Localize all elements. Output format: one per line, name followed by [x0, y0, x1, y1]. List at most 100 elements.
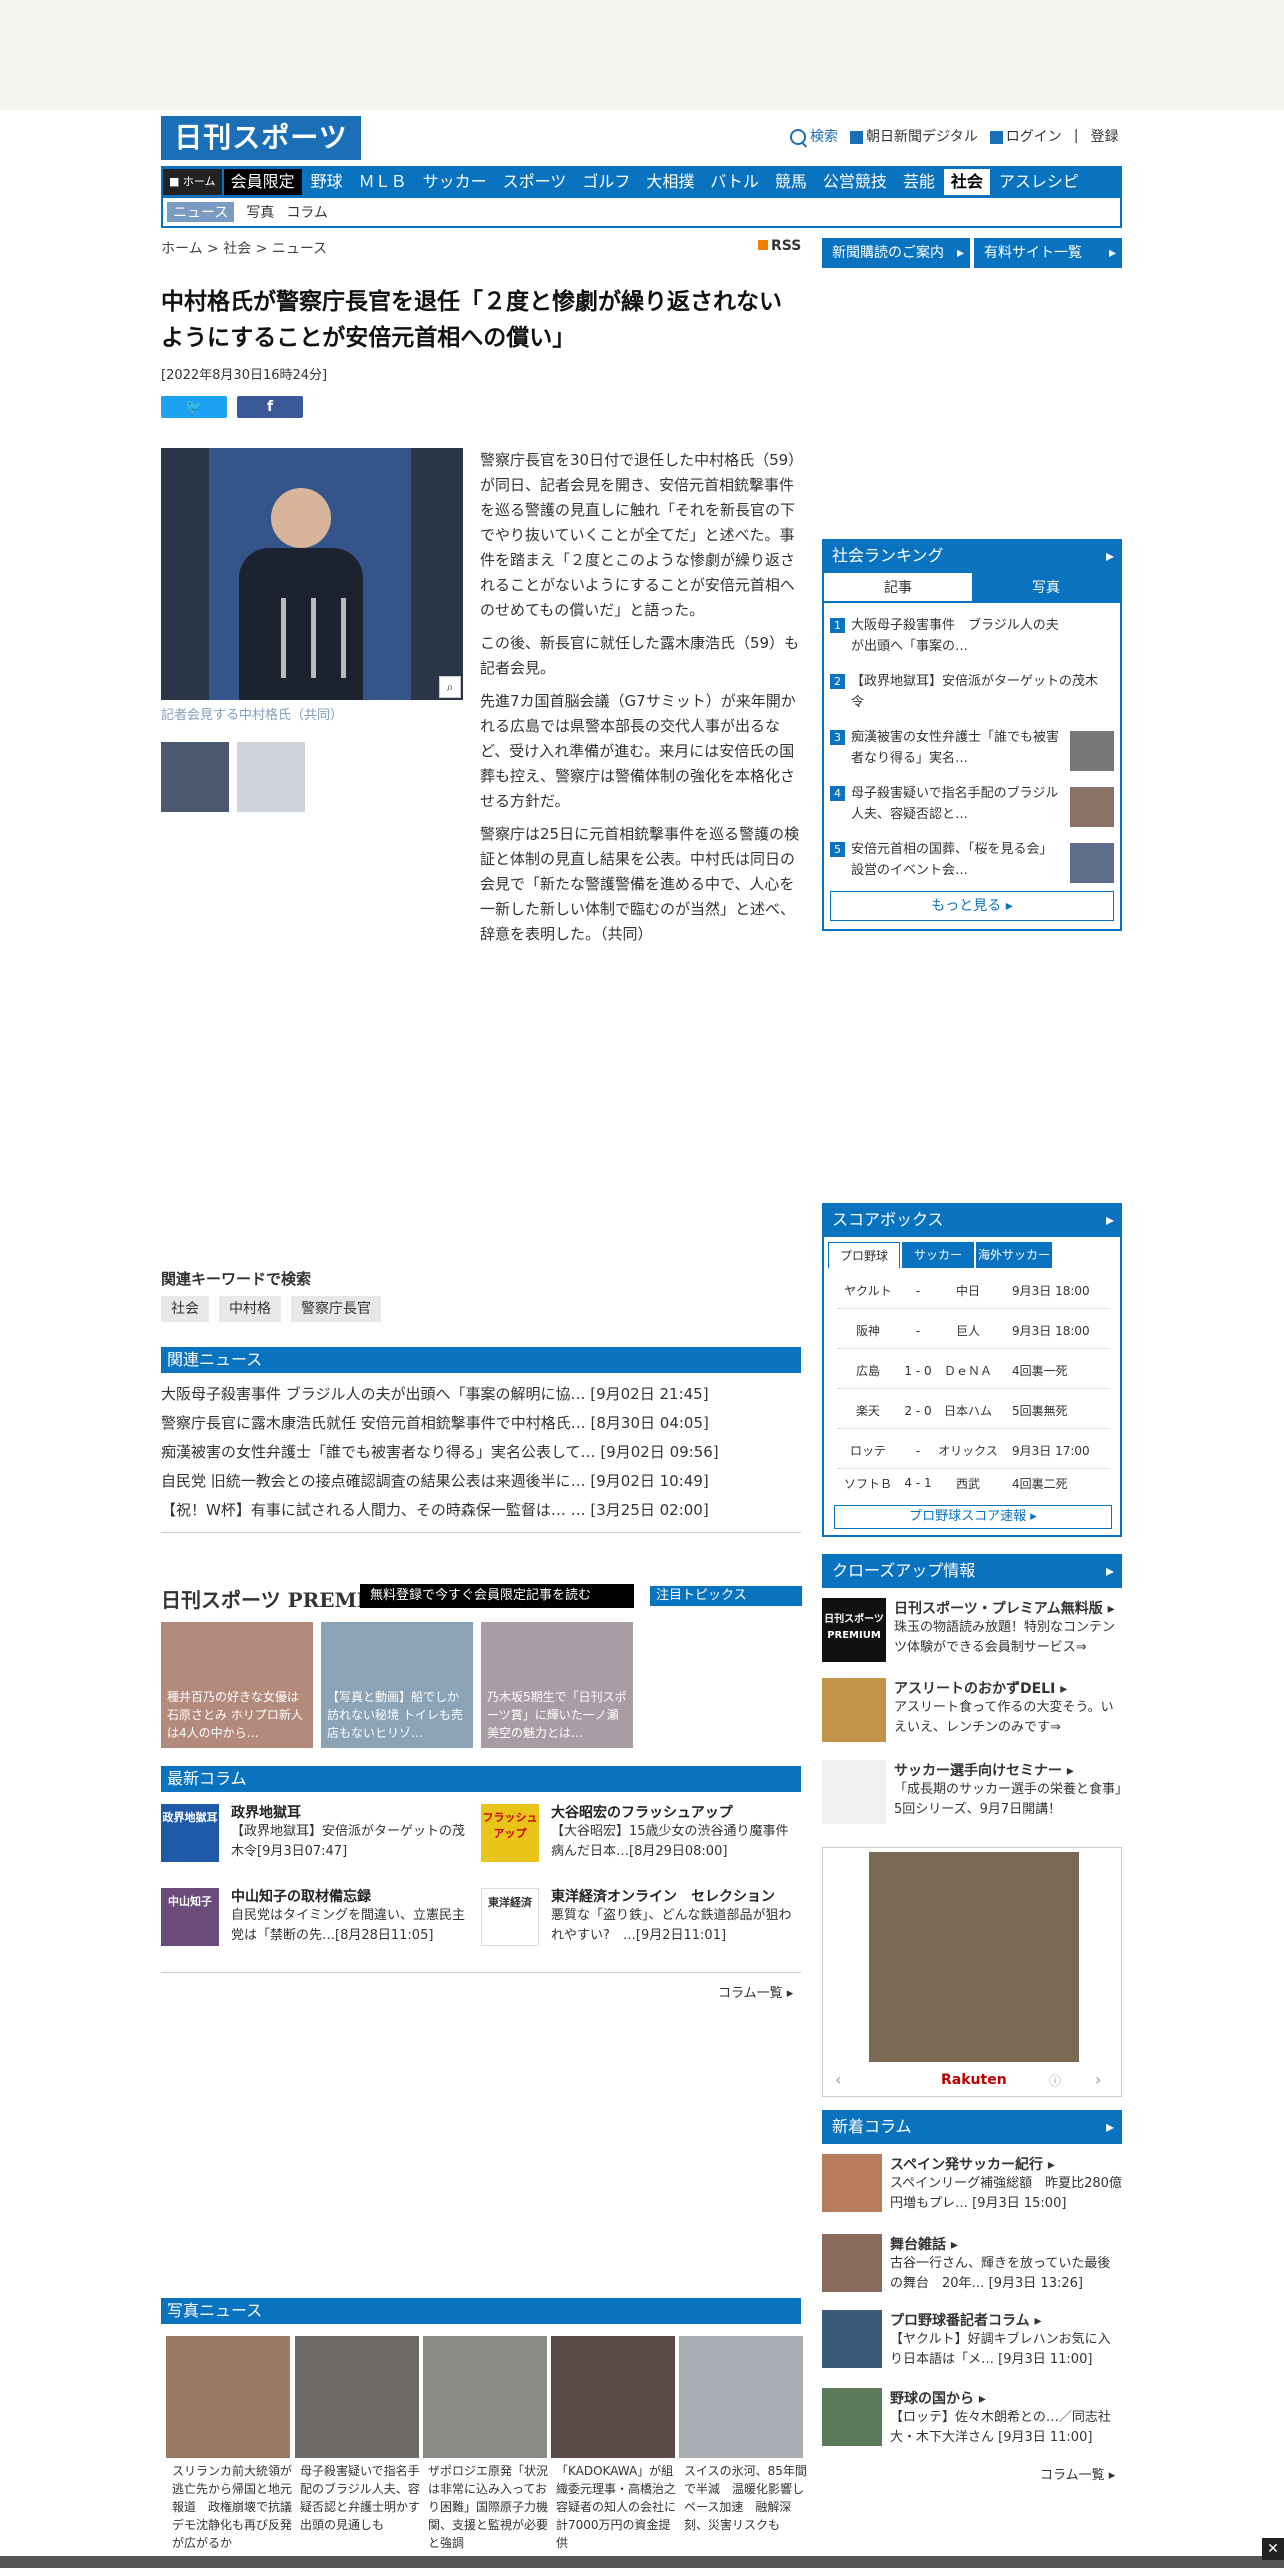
- column-name[interactable]: 中山知子の取材備忘録: [231, 1886, 371, 1906]
- nav-item-society[interactable]: 社会: [943, 169, 990, 195]
- related-news-item[interactable]: 痴漢被害の女性弁護士「誰でも被害者なり得る」実名公表して… [9月02日 09:…: [161, 1438, 801, 1467]
- nav-item-battle[interactable]: バトル: [703, 169, 765, 195]
- score-row[interactable]: ヤクルト - 中日 9月3日 18:00: [838, 1273, 1108, 1309]
- nav-item-mlb[interactable]: ＭＬＢ: [352, 169, 414, 195]
- column-summary[interactable]: 【大谷昭宏】15歳少女の渋谷通り魔事件 病んだ日本…[8月29日08:00]: [551, 1822, 802, 1862]
- column-list-link[interactable]: コラム一覧 ▸: [718, 1982, 793, 2001]
- photo-news-caption[interactable]: スイスの氷河、85年間で半減 温暖化影響しペース加速 融解深刻、災害リスクも: [684, 2462, 808, 2534]
- subnav-news[interactable]: ニュース: [167, 202, 235, 222]
- related-news-item[interactable]: 大阪母子殺害事件 ブラジル人の夫が出頭へ「事案の解明に協… [9月02日 21:…: [161, 1380, 801, 1409]
- photo-news-image[interactable]: [551, 2336, 675, 2458]
- asahi-link[interactable]: 朝日新聞デジタル: [850, 126, 978, 146]
- premium-card[interactable]: 乃木坂5期生で「日刊スポーツ賞」に輝いた一ノ瀬美空の魅力とは…: [481, 1622, 633, 1748]
- subnav-column[interactable]: コラム: [286, 202, 328, 222]
- paid-sites-button[interactable]: 有料サイト一覧: [974, 238, 1122, 268]
- premium-card[interactable]: 種井百乃の好きな女優は石原さとみ ホリプロ新人は4人の中から…: [161, 1622, 313, 1748]
- twitter-share-button[interactable]: 🐦: [161, 396, 227, 418]
- column-name[interactable]: 東洋経済オンライン セレクション: [551, 1886, 775, 1906]
- site-logo[interactable]: 日刊スポーツ: [161, 116, 361, 160]
- ranking-item[interactable]: 3 痴漢被害の女性弁護士「誰でも被害者なり得る」実名…: [830, 727, 1114, 771]
- new-columns-header[interactable]: 新着コラム: [822, 2110, 1122, 2144]
- score-row[interactable]: ロッテ - オリックス 9月3日 17:00: [838, 1433, 1108, 1469]
- search-link[interactable]: 検索: [790, 126, 838, 146]
- score-row[interactable]: 広島 1 - 0 ＤｅＮＡ 4回裏一死: [838, 1353, 1108, 1389]
- photo-news-caption[interactable]: 母子殺害疑いで指名手配のブラジル人夫、容疑否認と弁護士明かす 出頭の見通しも: [300, 2462, 432, 2534]
- article-photo[interactable]: ⌕: [161, 448, 463, 700]
- closeup-item[interactable]: アスリートのおかずDELI ▸ アスリート食って作るの大変そう。いえいえ、レンチ…: [822, 1678, 1122, 1744]
- column-name[interactable]: 政界地獄耳: [231, 1802, 301, 1822]
- new-column-item[interactable]: スペイン発サッカー紀行 ▸ スペインリーグ補強総額 昨夏比280億円増もプレ… …: [822, 2154, 1122, 2216]
- society-ranking-header[interactable]: 社会ランキング: [822, 539, 1122, 573]
- baseball-score-button[interactable]: プロ野球スコア速報 ▸: [834, 1505, 1112, 1529]
- photo-news-image[interactable]: [295, 2336, 419, 2458]
- zoom-icon[interactable]: ⌕: [439, 676, 461, 698]
- related-news-item[interactable]: 警察庁長官に露木康浩氏就任 安倍元首相銃撃事件で中村格氏… [8月30日 04:…: [161, 1409, 801, 1438]
- nav-item-members[interactable]: 会員限定: [223, 169, 302, 195]
- column-image[interactable]: 中山知子: [161, 1888, 219, 1946]
- photo-news-image[interactable]: [423, 2336, 547, 2458]
- score-tab-soccer[interactable]: サッカー: [902, 1242, 974, 1268]
- nav-item-public-racing[interactable]: 公営競技: [816, 169, 894, 195]
- nav-item-baseball[interactable]: 野球: [304, 169, 350, 195]
- nav-item-golf[interactable]: ゴルフ: [575, 169, 637, 195]
- nav-item-soccer[interactable]: サッカー: [416, 169, 494, 195]
- chevron-left-icon[interactable]: ‹: [835, 2070, 841, 2089]
- ranking-item[interactable]: 4 母子殺害疑いで指名手配のブラジル人夫、容疑否認と…: [830, 783, 1114, 827]
- new-column-item[interactable]: 野球の国から ▸ 【ロッテ】佐々木朗希との…／同志社大・木下大洋さん [9月3日…: [822, 2388, 1122, 2450]
- column-name[interactable]: 大谷昭宏のフラッシュアップ: [551, 1802, 733, 1822]
- related-news-item[interactable]: 自民党 旧統一教会との接点確認調査の結果公表は来週後半に… [9月02日 10:…: [161, 1467, 801, 1496]
- chevron-right-icon[interactable]: ›: [1095, 2070, 1101, 2089]
- score-row[interactable]: 阪神 - 巨人 9月3日 18:00: [838, 1313, 1108, 1349]
- ranking-more-button[interactable]: もっと見る ▸: [830, 891, 1114, 921]
- nav-item-entertainment[interactable]: 芸能: [896, 169, 942, 195]
- photo-news-image[interactable]: [166, 2336, 290, 2458]
- nav-item-sumo[interactable]: 大相撲: [639, 169, 701, 195]
- keyword-tag[interactable]: 中村格: [219, 1296, 281, 1322]
- photo-news-caption[interactable]: 「KADOKAWA」が組織委元理事・高橋治之容疑者の知人の会社に計7000万円の…: [556, 2462, 680, 2552]
- ranking-item[interactable]: 1 大阪母子殺害事件 ブラジル人の夫が出頭へ「事案の…: [830, 615, 1114, 657]
- column-image[interactable]: 東洋経済: [481, 1888, 539, 1946]
- related-news-item[interactable]: 【祝！W杯】有事に試される人間力、その時森保一監督は… … [3月25日 02:…: [161, 1496, 801, 1525]
- photo-thumbnail-1[interactable]: [161, 742, 229, 812]
- closeup-item[interactable]: サッカー選手向けセミナー ▸ 「成長期のサッカー選手の栄養と食事」5回シリーズ、…: [822, 1760, 1122, 1826]
- nav-home[interactable]: ■ ホーム: [163, 169, 222, 195]
- photo-news-caption[interactable]: ザポロジエ原発「状況は非常に込み入っており困難」国際原子力機関、支援と監視が必要…: [428, 2462, 552, 2552]
- login-link[interactable]: ログイン: [989, 126, 1062, 146]
- photo-news-caption[interactable]: スリランカ前大統領が逃亡先から帰国と地元報道 政権崩壊で抗議デモ沈静化も再び反発…: [172, 2462, 296, 2552]
- ranking-tab-photos[interactable]: 写真: [972, 573, 1120, 603]
- premium-card[interactable]: 【写真と動画】船でしか訪れない秘境 トイレも売店もないヒリゾ…: [321, 1622, 473, 1748]
- close-icon[interactable]: ✕: [1262, 2538, 1284, 2560]
- photo-news-image[interactable]: [679, 2336, 803, 2458]
- register-link[interactable]: 登録: [1090, 126, 1118, 146]
- score-tab-foreign-soccer[interactable]: 海外サッカー: [976, 1242, 1052, 1268]
- column-image[interactable]: 政界地獄耳: [161, 1804, 219, 1862]
- new-column-item[interactable]: 舞台雑話 ▸ 古谷一行さん、輝きを放っていた最後の舞台 20年… [9月3日 1…: [822, 2234, 1122, 2296]
- ranking-item[interactable]: 5 安倍元首相の国葬、「桜を見る会」設営のイベント会…: [830, 839, 1114, 883]
- rakuten-ad[interactable]: ‹ Rakuten ⓘ ›: [822, 1847, 1122, 2097]
- nav-item-keiba[interactable]: 競馬: [768, 169, 814, 195]
- info-icon[interactable]: ⓘ: [1049, 2072, 1061, 2089]
- column-summary[interactable]: 自民党はタイミングを間違い、立憲民主党は「禁断の先…[8月28日11:05]: [231, 1906, 471, 1946]
- subscription-button[interactable]: 新聞購読のご案内: [822, 238, 970, 268]
- new-column-list-link[interactable]: コラム一覧 ▸: [1040, 2464, 1115, 2483]
- facebook-share-button[interactable]: f: [237, 396, 303, 418]
- new-column-item[interactable]: プロ野球番記者コラム ▸ 【ヤクルト】好調キブレハンお気に入り日本語は「メ… […: [822, 2310, 1122, 2372]
- subnav-photo[interactable]: 写真: [246, 202, 274, 222]
- nav-item-athrecipe[interactable]: アスレシピ: [992, 169, 1086, 195]
- closeup-item[interactable]: 日刊スポーツ PREMIUM 日刊スポーツ・プレミアム無料版 ▸ 珠玉の物語読み…: [822, 1598, 1122, 1664]
- column-summary[interactable]: 悪質な「盗り鉄」、どんな鉄道部品が狙われやすい? …[9月2日11:01]: [551, 1906, 801, 1946]
- column-summary[interactable]: 【政界地獄耳】安倍派がターゲットの茂木令[9月3日07:47]: [231, 1822, 471, 1862]
- ranking-item[interactable]: 2 【政界地獄耳】安倍派がターゲットの茂木令: [830, 671, 1114, 713]
- score-row[interactable]: ソフトＢ 4 - 1 西武 4回裏二死: [838, 1465, 1108, 1501]
- breadcrumb[interactable]: ホーム > 社会 > ニュース: [161, 238, 327, 258]
- score-row[interactable]: 楽天 2 - 0 日本ハム 5回裏無死: [838, 1393, 1108, 1429]
- nav-item-sports[interactable]: スポーツ: [496, 169, 574, 195]
- keyword-tag[interactable]: 警察庁長官: [291, 1296, 381, 1322]
- premium-register-button[interactable]: 無料登録で今すぐ会員限定記事を読む: [360, 1584, 634, 1608]
- keyword-tag[interactable]: 社会: [161, 1296, 209, 1322]
- ranking-tab-articles[interactable]: 記事: [824, 573, 972, 603]
- rss-link[interactable]: RSS: [758, 238, 801, 254]
- photo-thumbnail-2[interactable]: [237, 742, 305, 812]
- column-image[interactable]: フラッシュアップ: [481, 1804, 539, 1862]
- score-tab-baseball[interactable]: プロ野球: [828, 1242, 900, 1268]
